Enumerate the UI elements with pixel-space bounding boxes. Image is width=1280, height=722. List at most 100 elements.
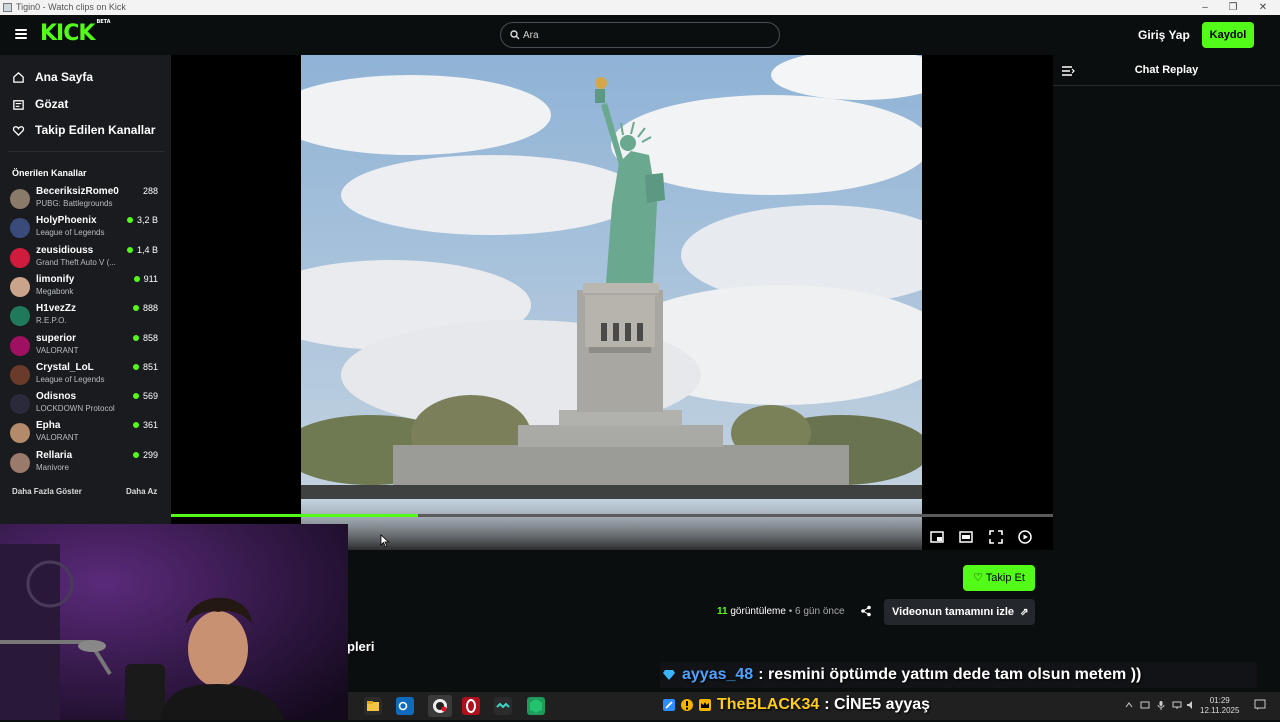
channel-avatar [10, 394, 30, 415]
channel-viewers: 858 [132, 333, 158, 343]
sidebar-channel-item[interactable]: Rellaria Manivore 299 [10, 450, 160, 477]
channel-avatar [10, 364, 30, 385]
share-icon[interactable] [860, 605, 872, 617]
minimize-button[interactable]: – [1190, 0, 1220, 15]
outlook-icon[interactable] [396, 697, 414, 715]
webcam-overlay [0, 524, 348, 720]
volume-icon[interactable] [1186, 700, 1196, 710]
microphone-icon[interactable] [1156, 700, 1166, 710]
live-dot-icon [132, 422, 139, 429]
search-icon [510, 30, 520, 40]
show-more-button[interactable]: Daha Fazla Göster [12, 487, 82, 496]
live-dot-icon [132, 334, 139, 341]
channel-viewers: 911 [133, 273, 158, 284]
live-dot-icon [132, 393, 139, 400]
app-icon-hex[interactable] [527, 697, 545, 715]
picture-in-picture-icon[interactable] [929, 529, 945, 545]
search-input[interactable] [523, 26, 763, 44]
meta-separator: • [788, 606, 793, 617]
nav-following[interactable]: Takip Edilen Kanallar [12, 121, 155, 139]
video-frame[interactable] [301, 55, 922, 550]
login-button[interactable]: Giriş Yap [1138, 28, 1190, 42]
statue-of-liberty-image [301, 55, 922, 550]
search-bar[interactable] [500, 22, 780, 48]
viewer-count: 288 [142, 186, 158, 196]
sidebar-channel-item[interactable]: limonify Megabonk 911 [10, 274, 160, 301]
sidebar-channel-item[interactable]: BeceriksizRome0 PUBG: Battlegrounds 288 [10, 186, 160, 213]
show-less-button[interactable]: Daha Az [126, 487, 157, 496]
fullscreen-icon[interactable] [988, 529, 1004, 545]
app-icon-wave[interactable] [494, 697, 512, 715]
verified-badge-icon [663, 699, 675, 711]
crown-badge-icon [699, 699, 711, 711]
close-window-button[interactable]: ✕ [1248, 0, 1278, 15]
home-icon [13, 71, 24, 83]
window-title-bar: Tigin0 - Watch clips on Kick – ❐ ✕ [0, 0, 1280, 15]
heart-icon [12, 125, 25, 136]
overlay-chat-username: ayyas_48 [682, 666, 754, 683]
window-app-icon [3, 3, 12, 12]
top-header: KICKBETA Giriş Yap Kaydol [0, 15, 1280, 55]
overlay-chat-text: : resmini öptümde yattım dede tam olsun … [758, 666, 1142, 683]
playback-speed-icon[interactable] [1017, 529, 1033, 545]
nav-home[interactable]: Ana Sayfa [12, 68, 93, 86]
section-tab-partial[interactable]: pleri [347, 639, 374, 654]
sidebar-channel-item[interactable]: superior VALORANT 858 [10, 333, 160, 360]
sidebar-channel-item[interactable]: Epha VALORANT 361 [10, 420, 160, 447]
channel-category: VALORANT [36, 345, 79, 355]
channel-viewers: 361 [132, 420, 158, 431]
file-explorer-icon[interactable] [364, 697, 382, 715]
viewer-count: 361 [142, 420, 158, 431]
live-dot-icon [126, 217, 133, 224]
viewer-count: 569 [142, 391, 158, 402]
channel-viewers: 288 [143, 186, 158, 196]
info-badge-icon [681, 699, 693, 711]
viewer-count: 851 [142, 361, 158, 372]
notifications-icon[interactable] [1254, 699, 1266, 711]
live-dot-icon [132, 363, 139, 370]
opera-icon[interactable] [462, 697, 480, 715]
obs-icon[interactable] [428, 695, 452, 717]
follow-button[interactable]: ♡ Takip Et [963, 565, 1035, 591]
channel-name: Crystal_LoL [36, 361, 94, 373]
clock-date: 12.11.2025 [1200, 706, 1240, 715]
watch-full-video-button[interactable]: Videonun tamamını izle ⇗ [884, 599, 1035, 625]
viewer-count: 911 [143, 273, 158, 284]
follow-label: Takip Et [985, 572, 1025, 584]
sidebar-channel-item[interactable]: H1vezZz R.E.P.O. 888 [10, 303, 160, 330]
tray-chevron-up-icon[interactable] [1124, 700, 1134, 710]
chat-panel [1053, 86, 1280, 686]
views-count: 11 [717, 606, 728, 617]
network-icon[interactable] [1172, 700, 1182, 710]
live-dot-icon [132, 305, 139, 312]
streamer-webcam-image [0, 524, 348, 720]
sidebar-channel-item[interactable]: Odisnos LOCKDOWN Protocol 569 [10, 391, 160, 418]
chat-title: Chat Replay [1134, 64, 1199, 76]
chat-header: Chat Replay [1053, 55, 1280, 86]
signup-button[interactable]: Kaydol [1202, 22, 1254, 48]
maximize-button[interactable]: ❐ [1218, 0, 1248, 15]
video-progress-bar[interactable] [171, 514, 1053, 517]
viewer-count: 888 [142, 303, 158, 314]
diamond-badge-icon [663, 670, 675, 680]
kick-logo[interactable]: KICK BETA [40, 19, 111, 46]
external-link-icon: ⇗ [1020, 607, 1029, 618]
time-ago: 6 gün önce [795, 606, 845, 617]
channel-category: Grand Theft Auto V (... [36, 257, 116, 267]
browse-icon [13, 99, 24, 110]
menu-icon[interactable] [15, 29, 27, 39]
sidebar-channel-item[interactable]: Crystal_LoL League of Legends 851 [10, 362, 160, 389]
heart-icon: ♡ [973, 572, 983, 584]
sidebar-channel-item[interactable]: HolyPhoenix League of Legends 3,2 B [10, 215, 160, 242]
channel-avatar [10, 335, 30, 356]
channel-name: limonify [36, 273, 75, 285]
nav-browse[interactable]: Gözat [12, 95, 68, 113]
watch-full-video-label: Videonun tamamını izle [892, 606, 1015, 618]
tray-app-icon[interactable] [1140, 700, 1150, 710]
theater-mode-icon[interactable] [958, 529, 974, 545]
viewer-count: 299 [142, 449, 158, 460]
channel-avatar [10, 306, 30, 327]
channel-viewers: 888 [132, 303, 158, 314]
sidebar-channel-item[interactable]: zeusidiouss Grand Theft Auto V (... 1,4 B [10, 245, 160, 272]
taskbar-clock[interactable]: 01:29 12.11.2025 [1200, 696, 1239, 716]
